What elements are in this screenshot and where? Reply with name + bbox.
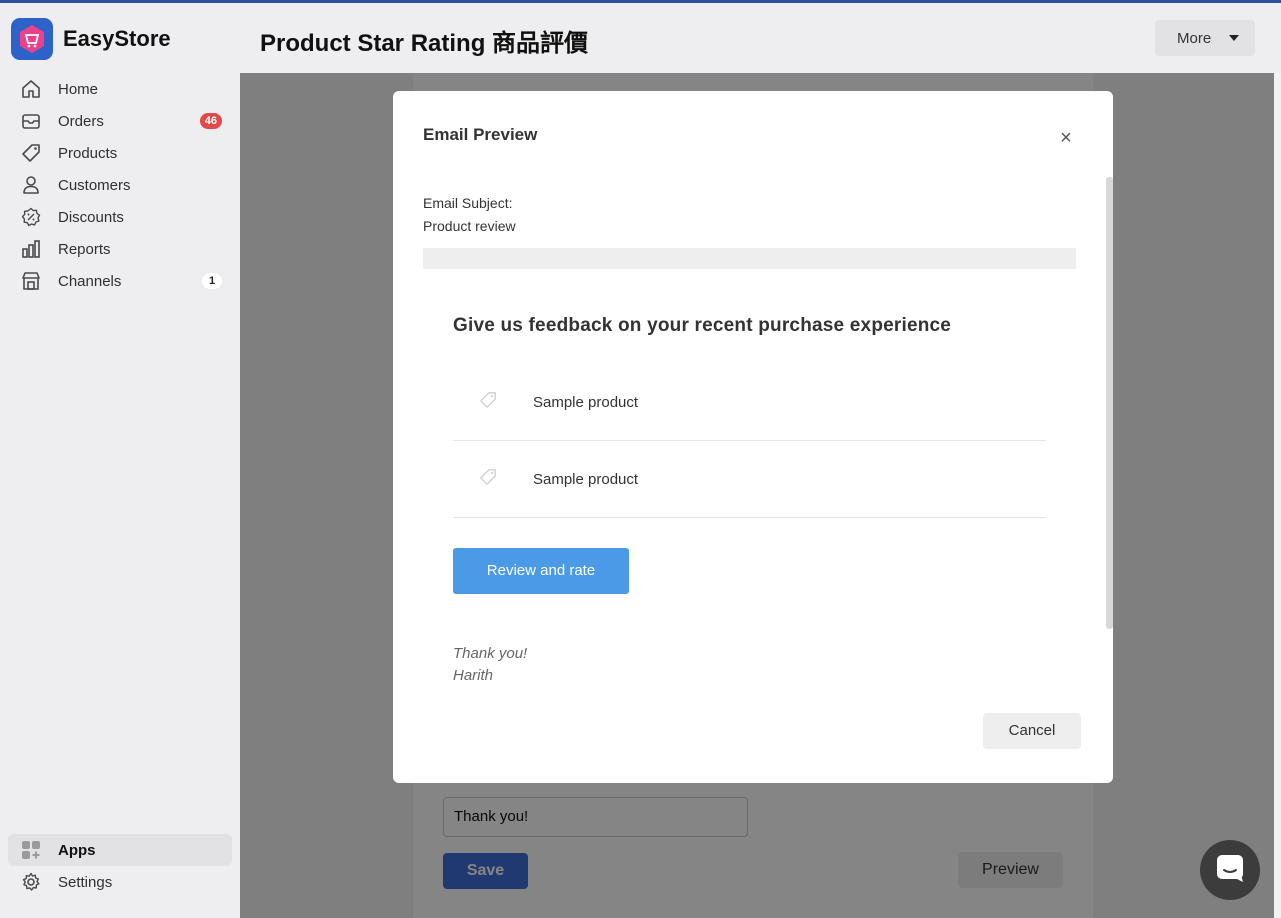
sidebar-item-label: Customers	[58, 176, 131, 194]
product-row: Sample product	[453, 441, 1046, 518]
home-icon	[20, 78, 42, 100]
more-button-label: More	[1177, 29, 1212, 47]
apps-icon	[20, 839, 42, 861]
sidebar-item-reports[interactable]: Reports	[8, 233, 232, 265]
sidebar-item-customers[interactable]: Customers	[8, 169, 232, 201]
easystore-logo-icon	[11, 18, 53, 60]
discount-icon	[20, 206, 42, 228]
brand-name: EasyStore	[63, 26, 171, 51]
sidebar-nav: Home Orders 46 Products Customers Discou…	[8, 73, 232, 297]
sidebar-item-label: Orders	[58, 112, 104, 130]
chat-launcher-button[interactable]	[1200, 840, 1260, 900]
review-and-rate-button[interactable]: Review and rate	[453, 548, 629, 594]
tag-icon	[20, 142, 42, 164]
product-name: Sample product	[533, 471, 639, 488]
sidebar-item-products[interactable]: Products	[8, 137, 232, 169]
email-heading: Give us feedback on your recent purchase…	[453, 315, 952, 336]
email-subject-value: Product review	[423, 218, 516, 234]
email-thanks-text: Thank you!	[453, 645, 528, 662]
modal-title: Email Preview	[423, 125, 538, 144]
email-signer: Harith	[453, 667, 494, 684]
page-title: Product Star Rating 商品評價	[260, 30, 589, 57]
page-scrollbar[interactable]	[1274, 73, 1281, 918]
modal-scrollbar[interactable]	[1106, 177, 1113, 629]
sidebar-item-label: Products	[58, 144, 118, 162]
product-name: Sample product	[533, 394, 639, 411]
sidebar: EasyStore Home Orders 46 Products Custom…	[0, 3, 240, 918]
sidebar-bottom-nav: Apps Settings	[8, 834, 232, 898]
chat-icon	[1215, 853, 1245, 888]
close-icon[interactable]: ×	[1057, 128, 1075, 148]
orders-count-badge: 46	[199, 113, 222, 129]
inbox-icon	[20, 110, 42, 132]
gear-icon	[20, 871, 42, 893]
sidebar-item-label: Discounts	[58, 208, 124, 226]
store-icon	[20, 270, 42, 292]
sidebar-item-settings[interactable]: Settings	[8, 866, 232, 898]
bar-chart-icon	[20, 238, 42, 260]
tag-icon	[479, 468, 497, 491]
channels-count-badge: 1	[202, 273, 222, 289]
sidebar-item-label: Settings	[58, 873, 113, 891]
sidebar-item-channels[interactable]: Channels 1	[8, 265, 232, 297]
email-header-bar	[423, 248, 1076, 269]
page-header: Product Star Rating 商品評價 More	[240, 3, 1281, 73]
email-subject-label: Email Subject:	[423, 195, 513, 211]
sidebar-item-label: Channels	[58, 272, 122, 290]
sidebar-item-orders[interactable]: Orders 46	[8, 105, 232, 137]
brand[interactable]: EasyStore	[11, 17, 171, 61]
sidebar-item-label: Home	[58, 80, 99, 98]
person-icon	[20, 174, 42, 196]
sidebar-item-label: Apps	[58, 841, 96, 859]
cancel-button[interactable]: Cancel	[983, 713, 1081, 749]
sidebar-item-label: Reports	[58, 240, 111, 258]
sidebar-item-home[interactable]: Home	[8, 73, 232, 105]
more-button[interactable]: More	[1155, 20, 1255, 56]
email-preview-modal: Email Preview × Email Subject: Product r…	[393, 91, 1113, 783]
sidebar-item-apps[interactable]: Apps	[8, 834, 232, 866]
caret-down-icon	[1229, 35, 1239, 41]
tag-icon	[479, 391, 497, 414]
product-row: Sample product	[453, 364, 1046, 441]
sidebar-item-discounts[interactable]: Discounts	[8, 201, 232, 233]
